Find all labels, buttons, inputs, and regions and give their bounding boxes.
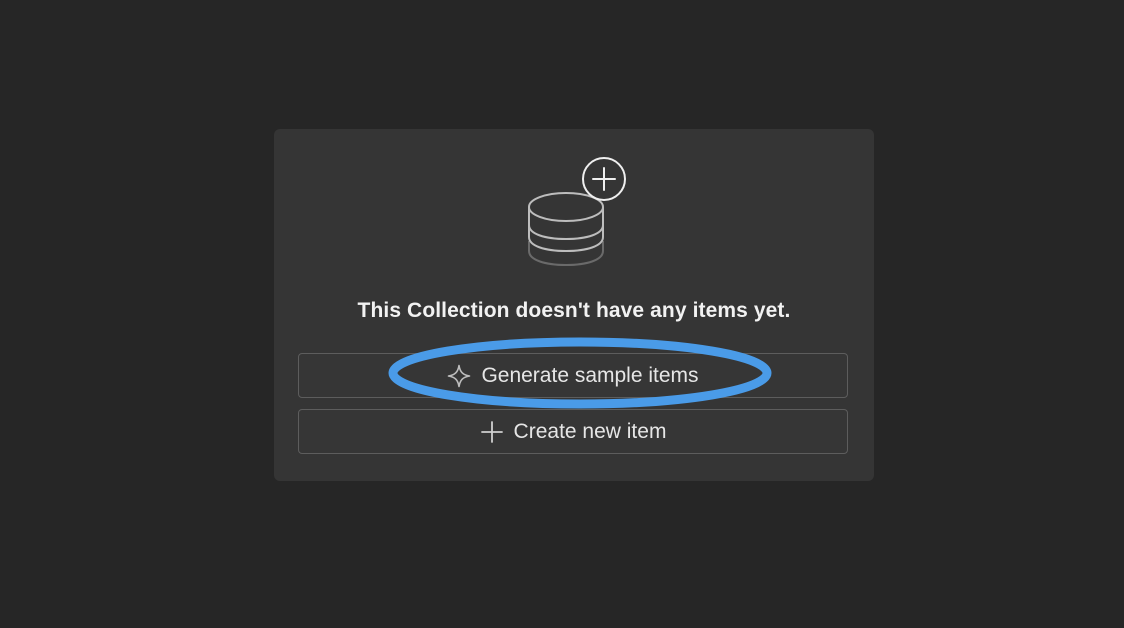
- create-new-item-button[interactable]: Create new item: [298, 409, 848, 454]
- empty-state-message: This Collection doesn't have any items y…: [357, 299, 791, 322]
- empty-state-card: This Collection doesn't have any items y…: [274, 129, 874, 481]
- plus-icon: [480, 420, 504, 444]
- database-plus-icon: [528, 157, 626, 267]
- generate-sample-items-label: Generate sample items: [481, 363, 699, 387]
- generate-sample-items-button[interactable]: Generate sample items: [298, 353, 848, 398]
- create-new-item-label: Create new item: [513, 419, 667, 443]
- sparkle-icon: [447, 364, 471, 388]
